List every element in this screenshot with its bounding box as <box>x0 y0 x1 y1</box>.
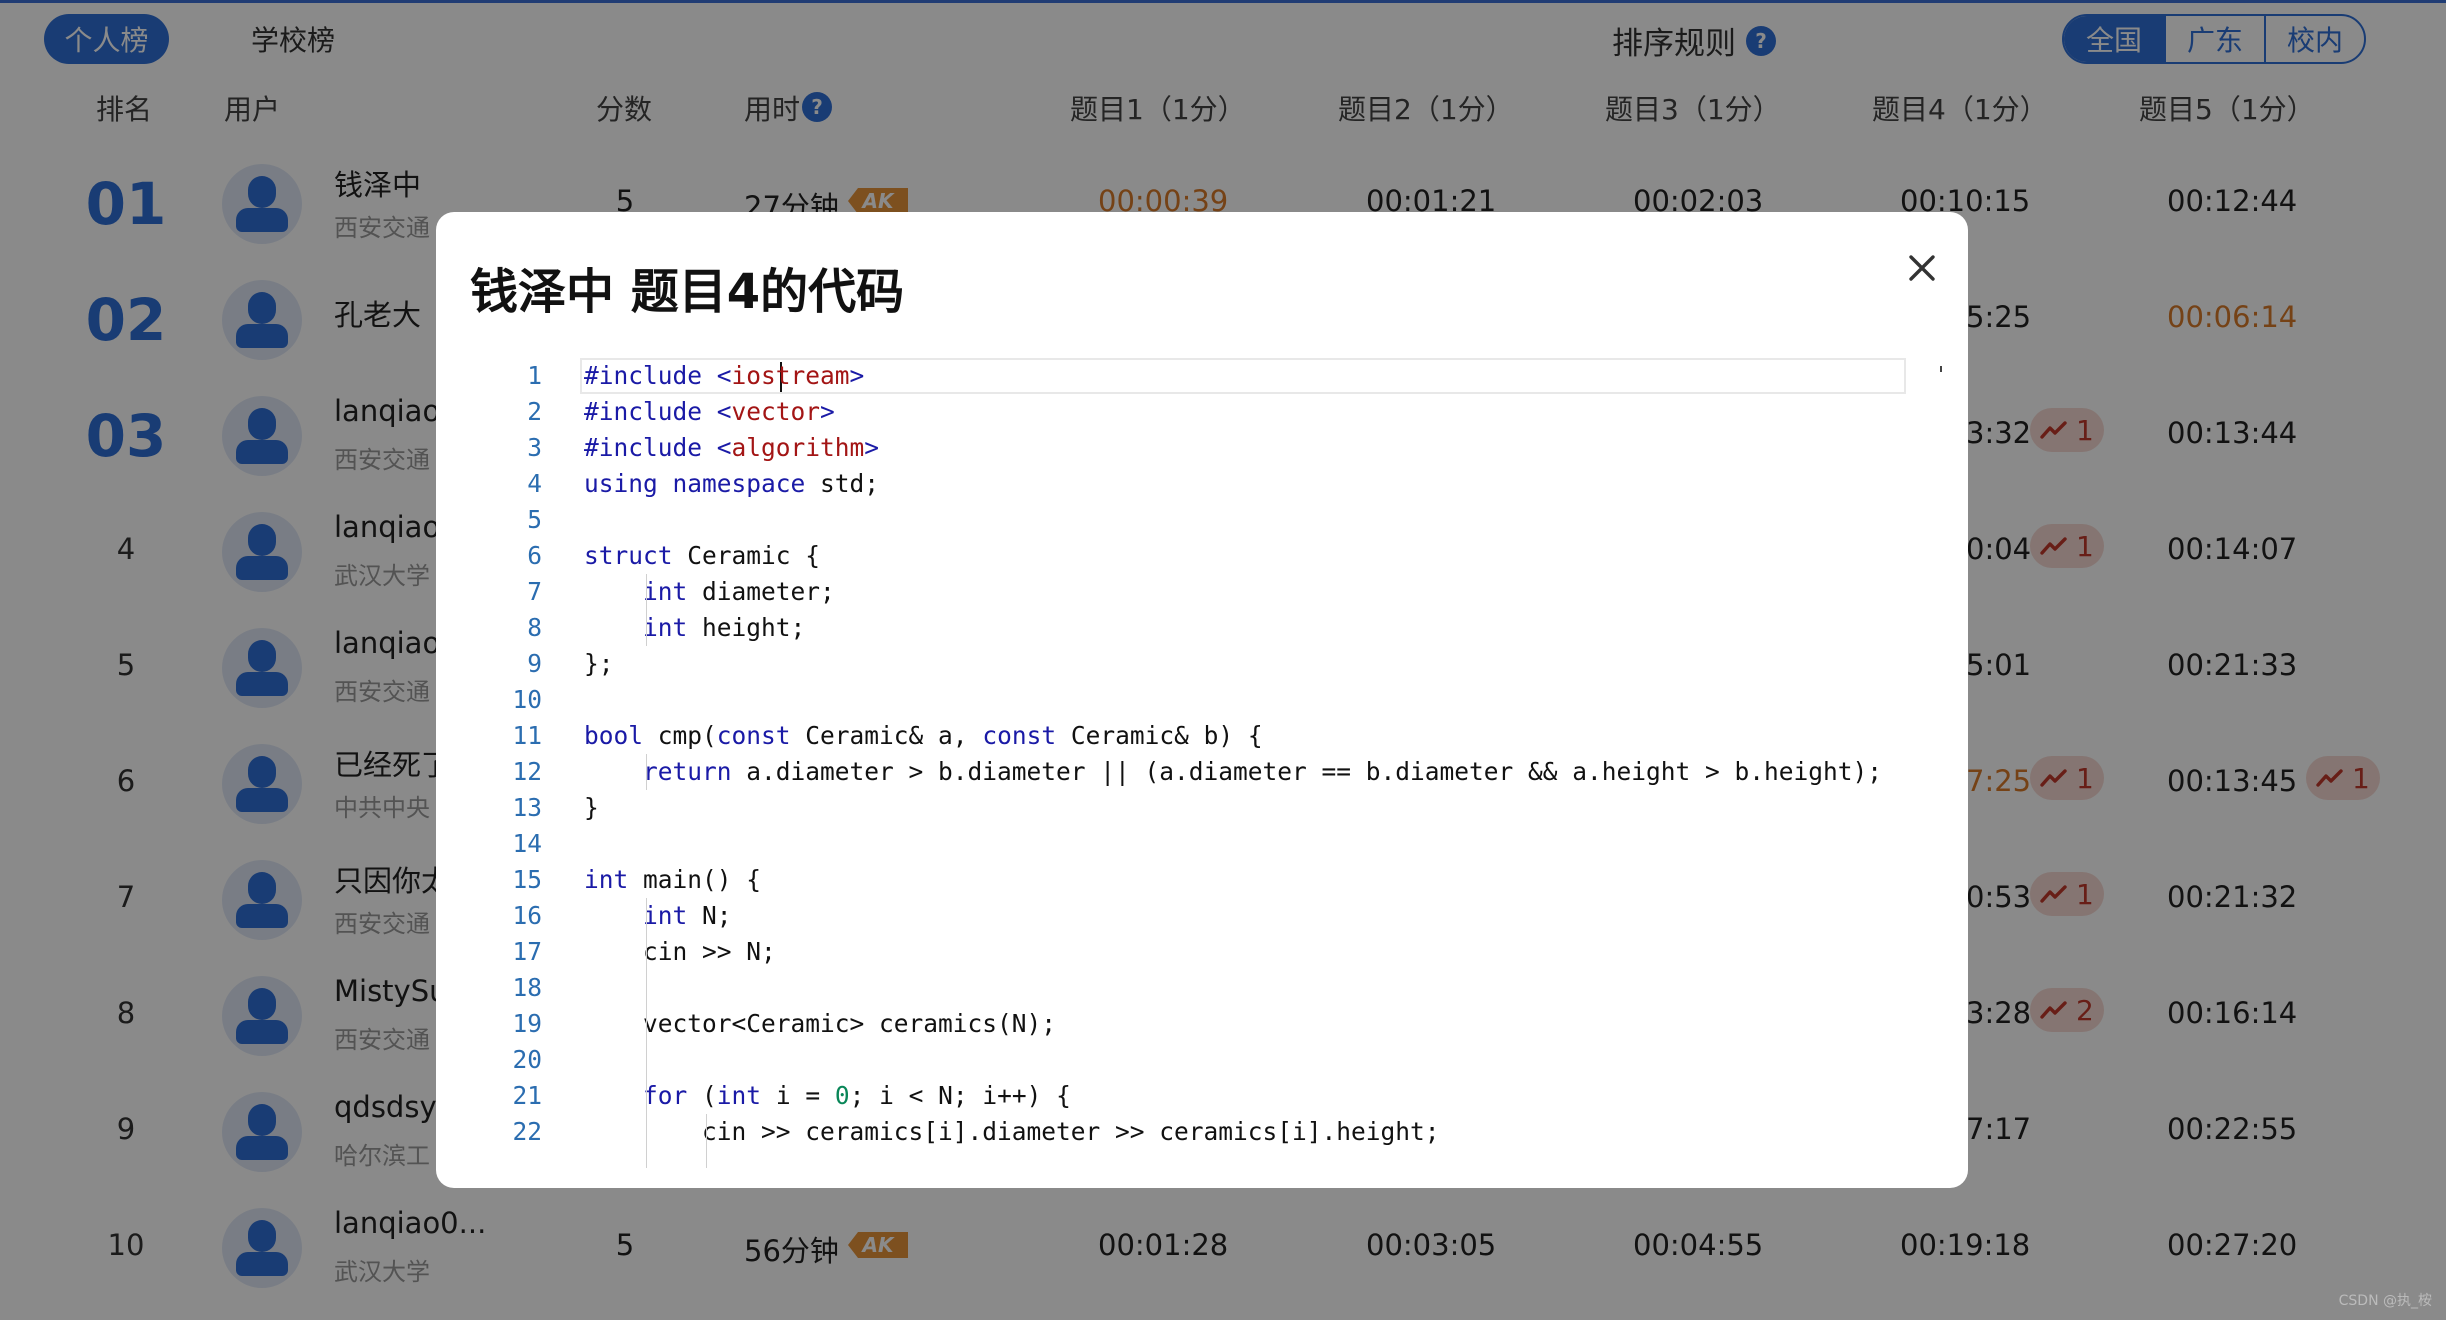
line-number: 11 <box>512 721 542 750</box>
code-text: for (int i = 0; i < N; i++) { <box>643 1081 1071 1110</box>
code-text: int main() { <box>584 865 762 894</box>
code-text: cin >> ceramics[i].diameter >> ceramics[… <box>584 1117 1440 1146</box>
line-number: 14 <box>512 829 542 858</box>
code-line[interactable]: 11 bool cmp(const Ceramic& a, const Ceram… <box>470 718 1942 754</box>
line-number: 16 <box>512 901 542 930</box>
line-number: 6 <box>527 541 542 570</box>
code-text: #include <vector> <box>584 397 835 426</box>
code-line[interactable]: 5 <box>470 502 1942 538</box>
line-number: 19 <box>512 1009 542 1038</box>
code-line[interactable]: 10 <box>470 682 1942 718</box>
indent-guide <box>646 898 647 1168</box>
line-number: 12 <box>512 757 542 786</box>
code-text: cin >> N; <box>584 937 776 966</box>
line-number: 10 <box>512 685 542 714</box>
code-line[interactable]: 12 return a.diameter > b.diameter || (a.… <box>470 754 1942 790</box>
code-line[interactable]: 9}; <box>470 646 1942 682</box>
code-line[interactable]: 2 #include <vector> <box>470 394 1942 430</box>
line-number: 8 <box>527 613 542 642</box>
code-text: int diameter; <box>643 577 835 606</box>
code-line[interactable]: 1 #include <iostream> <box>470 358 1942 394</box>
indent-guide <box>706 1114 707 1168</box>
close-icon <box>1909 255 1935 281</box>
code-line[interactable]: 22 cin >> ceramics[i].diameter >> cerami… <box>470 1114 1942 1150</box>
line-number: 7 <box>527 577 542 606</box>
line-number: 2 <box>527 397 542 426</box>
line-number: 1 <box>527 361 542 390</box>
indent-guide <box>646 574 647 646</box>
code-text: int N; <box>643 901 732 930</box>
code-text: int height; <box>643 613 806 642</box>
code-line[interactable]: 16 int N; <box>470 898 1942 934</box>
code-line[interactable]: 14 <box>470 826 1942 862</box>
code-text: return a.diameter > b.diameter || (a.dia… <box>643 757 1883 786</box>
code-text: }; <box>584 649 614 678</box>
code-line[interactable]: 13} <box>470 790 1942 826</box>
code-line[interactable]: 18 <box>470 970 1942 1006</box>
code-line[interactable]: 8 int height; <box>470 610 1942 646</box>
code-text: #include <iostream> <box>584 361 865 390</box>
line-number: 21 <box>512 1081 542 1110</box>
code-line[interactable]: 6 struct Ceramic { <box>470 538 1942 574</box>
code-line[interactable]: 21 for (int i = 0; i < N; i++) { <box>470 1078 1942 1114</box>
code-text: using namespace std; <box>584 469 880 498</box>
code-line[interactable]: 3 #include <algorithm> <box>470 430 1942 466</box>
close-button[interactable] <box>1896 242 1948 294</box>
watermark: CSDN @执_桉 <box>2338 1293 2432 1309</box>
line-number: 4 <box>527 469 542 498</box>
code-text: } <box>584 793 599 822</box>
code-line[interactable]: 20 <box>470 1042 1942 1078</box>
code-modal: 钱泽中 题目4的代码 1 #include <iostream> 2 #include… <box>436 212 1968 1188</box>
line-number: 18 <box>512 973 542 1002</box>
line-number: 5 <box>527 505 542 534</box>
line-number: 9 <box>527 649 542 678</box>
code-text: bool cmp(const Ceramic& a, const Ceramic… <box>584 721 1263 750</box>
code-line[interactable]: 15 int main() { <box>470 862 1942 898</box>
line-number: 22 <box>512 1117 542 1146</box>
code-line[interactable]: 7 int diameter; <box>470 574 1942 610</box>
line-number: 15 <box>512 865 542 894</box>
code-editor[interactable]: 1 #include <iostream> 2 #include <vector> 3 #… <box>470 358 1942 1168</box>
line-number: 3 <box>527 433 542 462</box>
code-line[interactable]: 19 vector<Ceramic> ceramics(N); <box>470 1006 1942 1042</box>
code-line[interactable]: 17 cin >> N; <box>470 934 1942 970</box>
code-text: struct Ceramic { <box>584 541 821 570</box>
line-number: 17 <box>512 937 542 966</box>
code-text: #include <algorithm> <box>584 433 880 462</box>
modal-title: 钱泽中 题目4的代码 <box>470 264 905 320</box>
indent-guide <box>646 754 647 790</box>
code-text: vector<Ceramic> ceramics(N); <box>584 1009 1057 1038</box>
code-line[interactable]: 4 using namespace std; <box>470 466 1942 502</box>
line-number: 20 <box>512 1045 542 1074</box>
line-number: 13 <box>512 793 542 822</box>
